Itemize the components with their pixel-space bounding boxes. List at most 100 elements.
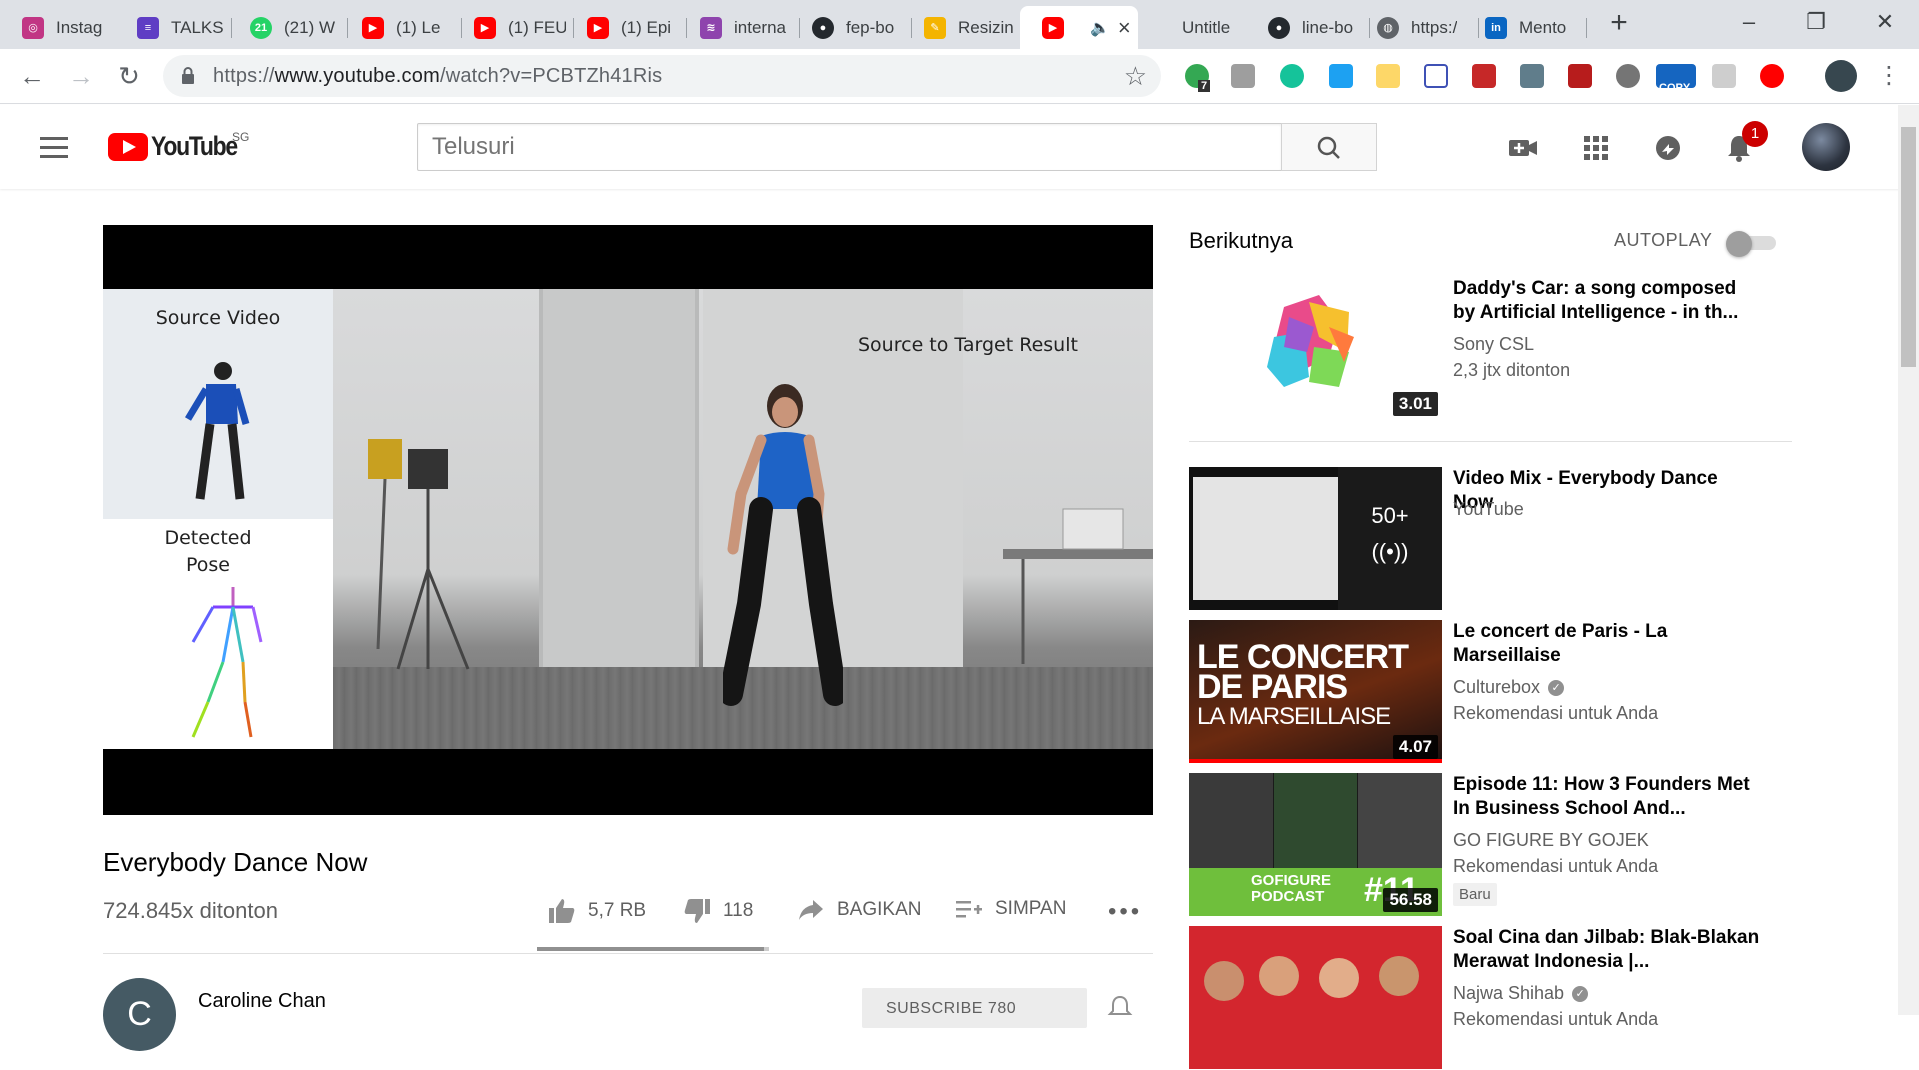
browser-tab[interactable]: ● line-bo bbox=[1246, 6, 1370, 49]
menu-kebab-icon[interactable]: ⋮ bbox=[1870, 57, 1908, 95]
recommended-video[interactable]: LE CONCERT DE PARIS LA MARSEILLAISE 4.07… bbox=[1189, 620, 1799, 764]
forward-arrow-icon[interactable]: → bbox=[62, 57, 100, 95]
messages-icon[interactable] bbox=[1652, 133, 1684, 163]
page-scrollbar[interactable] bbox=[1898, 105, 1919, 1015]
browser-tab[interactable]: in Mento bbox=[1463, 6, 1587, 49]
search-button[interactable] bbox=[1281, 123, 1377, 171]
globe-extension-icon[interactable] bbox=[1616, 64, 1640, 88]
s-extension-icon[interactable] bbox=[1329, 64, 1353, 88]
speaker-icon[interactable]: 🔈 bbox=[1090, 18, 1110, 38]
scrollbar-thumb[interactable] bbox=[1901, 127, 1916, 367]
bell-icon[interactable] bbox=[1107, 994, 1133, 1020]
browser-tab[interactable]: ≋ interna bbox=[678, 6, 800, 49]
browser-tab[interactable]: 21 (21) W bbox=[228, 6, 348, 49]
globe-icon: ◍ bbox=[1377, 16, 1399, 39]
playlist-add-icon bbox=[956, 901, 982, 918]
create-video-icon[interactable] bbox=[1507, 133, 1539, 163]
browser-tab[interactable]: ≡ TALKS bbox=[115, 6, 232, 49]
apps-grid-icon[interactable] bbox=[1580, 133, 1612, 163]
browser-tab[interactable]: ▶ (1) FEU bbox=[452, 6, 574, 49]
more-actions-icon[interactable]: ••• bbox=[1108, 898, 1142, 926]
youtube-icon: ▶ bbox=[1042, 16, 1064, 39]
address-bar[interactable]: https://www.youtube.com/watch?v=PCBTZh41… bbox=[163, 55, 1161, 97]
channel-name[interactable]: Caroline Chan bbox=[198, 990, 326, 1013]
new-badge: Baru bbox=[1453, 883, 1497, 906]
save-button[interactable]: SIMPAN bbox=[955, 898, 1066, 920]
maximize-icon[interactable]: ❐ bbox=[1786, 4, 1846, 40]
video-duration: 3.01 bbox=[1392, 392, 1438, 416]
video-frame: Source to Target Result Source Video Det… bbox=[103, 289, 1153, 749]
video-player[interactable]: Source to Target Result Source Video Det… bbox=[103, 225, 1153, 815]
notes-extension-icon[interactable] bbox=[1376, 64, 1400, 88]
channel-name[interactable]: GO FIGURE BY GOJEK bbox=[1453, 830, 1649, 851]
tree-extension-icon[interactable] bbox=[1712, 64, 1736, 88]
video-thumbnail[interactable]: GOFIGURE PODCAST #11 56.58 bbox=[1189, 773, 1442, 916]
video-title[interactable]: Soal Cina dan Jilbab: Blak-Blakan Merawa… bbox=[1453, 926, 1763, 974]
linkedin-icon: in bbox=[1485, 16, 1507, 39]
browser-tab-active[interactable]: ▶ 🔈 × bbox=[1020, 6, 1138, 49]
minimize-icon[interactable]: – bbox=[1719, 4, 1779, 40]
thumbs-up-icon bbox=[549, 899, 575, 923]
browser-tab[interactable]: ◍ https:/ bbox=[1355, 6, 1479, 49]
like-button[interactable]: 5,7 RB bbox=[548, 898, 646, 924]
video-thumbnail[interactable]: 3.01 bbox=[1189, 277, 1442, 420]
channel-name[interactable]: Culturebox ✓ bbox=[1453, 677, 1565, 698]
dislike-button[interactable]: 118 bbox=[683, 898, 753, 924]
lock-icon bbox=[182, 67, 194, 84]
pose-skeleton bbox=[191, 587, 263, 738]
view-count: 724.845x ditonton bbox=[103, 898, 278, 923]
hamburger-menu-icon[interactable] bbox=[40, 137, 68, 159]
reload-icon[interactable]: ↻ bbox=[110, 57, 148, 95]
bookmark-star-icon[interactable]: ☆ bbox=[1124, 61, 1147, 92]
book-extension-icon[interactable] bbox=[1472, 64, 1496, 88]
channel-name[interactable]: YouTube bbox=[1453, 499, 1524, 520]
video-title: Everybody Dance Now bbox=[103, 847, 368, 877]
browser-tab[interactable]: ▶ (1) Epi bbox=[565, 6, 687, 49]
channel-name[interactable]: Najwa Shihab ✓ bbox=[1453, 983, 1589, 1004]
video-thumbnail[interactable] bbox=[1189, 926, 1442, 1069]
extension-icon[interactable] bbox=[1231, 64, 1255, 88]
youtube-masthead: YouTube SG 1 bbox=[0, 105, 1900, 189]
video-thumbnail[interactable]: LE CONCERT DE PARIS LA MARSEILLAISE 4.07 bbox=[1189, 620, 1442, 763]
satellite-extension-icon[interactable] bbox=[1520, 64, 1544, 88]
profile-avatar[interactable] bbox=[1825, 60, 1857, 92]
browser-tab[interactable]: ✎ Resizin bbox=[902, 6, 1024, 49]
recommended-video[interactable]: GOFIGURE PODCAST #11 56.58 Episode 11: H… bbox=[1189, 773, 1799, 917]
extension-badge: 7 bbox=[1198, 80, 1211, 92]
dancer-figure bbox=[723, 384, 843, 706]
video-duration: 56.58 bbox=[1383, 888, 1438, 912]
recommended-video[interactable]: Soal Cina dan Jilbab: Blak-Blakan Merawa… bbox=[1189, 926, 1799, 1070]
video-thumbnail[interactable]: 50+ ((•)) bbox=[1189, 467, 1442, 610]
video-title[interactable]: Le concert de Paris - La Marseillaise bbox=[1453, 620, 1763, 668]
browser-toolbar: ← → ↻ https://www.youtube.com/watch?v=PC… bbox=[0, 49, 1919, 104]
window-close-icon[interactable]: ✕ bbox=[1855, 4, 1915, 40]
instagram-icon: ◎ bbox=[22, 16, 44, 39]
new-tab-button[interactable]: + bbox=[1604, 8, 1634, 38]
youtube-logo[interactable]: YouTube bbox=[108, 131, 252, 162]
search-input[interactable] bbox=[417, 123, 1282, 171]
pdf-extension-icon[interactable] bbox=[1568, 64, 1592, 88]
up-next-video[interactable]: 3.01 Daddy's Car: a song composed by Art… bbox=[1189, 277, 1799, 421]
account-avatar[interactable] bbox=[1802, 123, 1850, 171]
browser-tab[interactable]: ▶ (1) Le bbox=[340, 6, 462, 49]
github-icon: ● bbox=[812, 16, 834, 39]
search-icon bbox=[1317, 136, 1340, 159]
close-tab-icon[interactable]: × bbox=[1110, 15, 1131, 41]
grammarly-icon[interactable] bbox=[1280, 64, 1304, 88]
share-button[interactable]: BAGIKAN bbox=[797, 898, 921, 922]
back-arrow-icon[interactable]: ← bbox=[13, 57, 51, 95]
autoplay-toggle[interactable] bbox=[1726, 231, 1778, 257]
video-title[interactable]: Episode 11: How 3 Founders Met In Busine… bbox=[1453, 773, 1763, 821]
channel-name[interactable]: Sony CSL bbox=[1453, 334, 1534, 355]
subscribe-button[interactable]: SUBSCRIBE 780 bbox=[862, 988, 1087, 1028]
video-duration: 4.07 bbox=[1392, 735, 1438, 759]
play-extension-icon[interactable] bbox=[1760, 64, 1784, 88]
pencil-icon: ✎ bbox=[924, 16, 946, 39]
verified-check-icon: ✓ bbox=[1548, 679, 1565, 696]
youtube-icon: ▶ bbox=[587, 16, 609, 39]
recommendation-reason: Rekomendasi untuk Anda bbox=[1453, 1009, 1659, 1029]
check-extension-icon[interactable] bbox=[1424, 64, 1448, 88]
browser-tab[interactable]: ● fep-bo bbox=[790, 6, 912, 49]
recommended-video[interactable]: 50+ ((•)) Video Mix - Everybody Dance No… bbox=[1189, 467, 1799, 611]
video-title[interactable]: Daddy's Car: a song composed by Artifici… bbox=[1453, 277, 1763, 325]
